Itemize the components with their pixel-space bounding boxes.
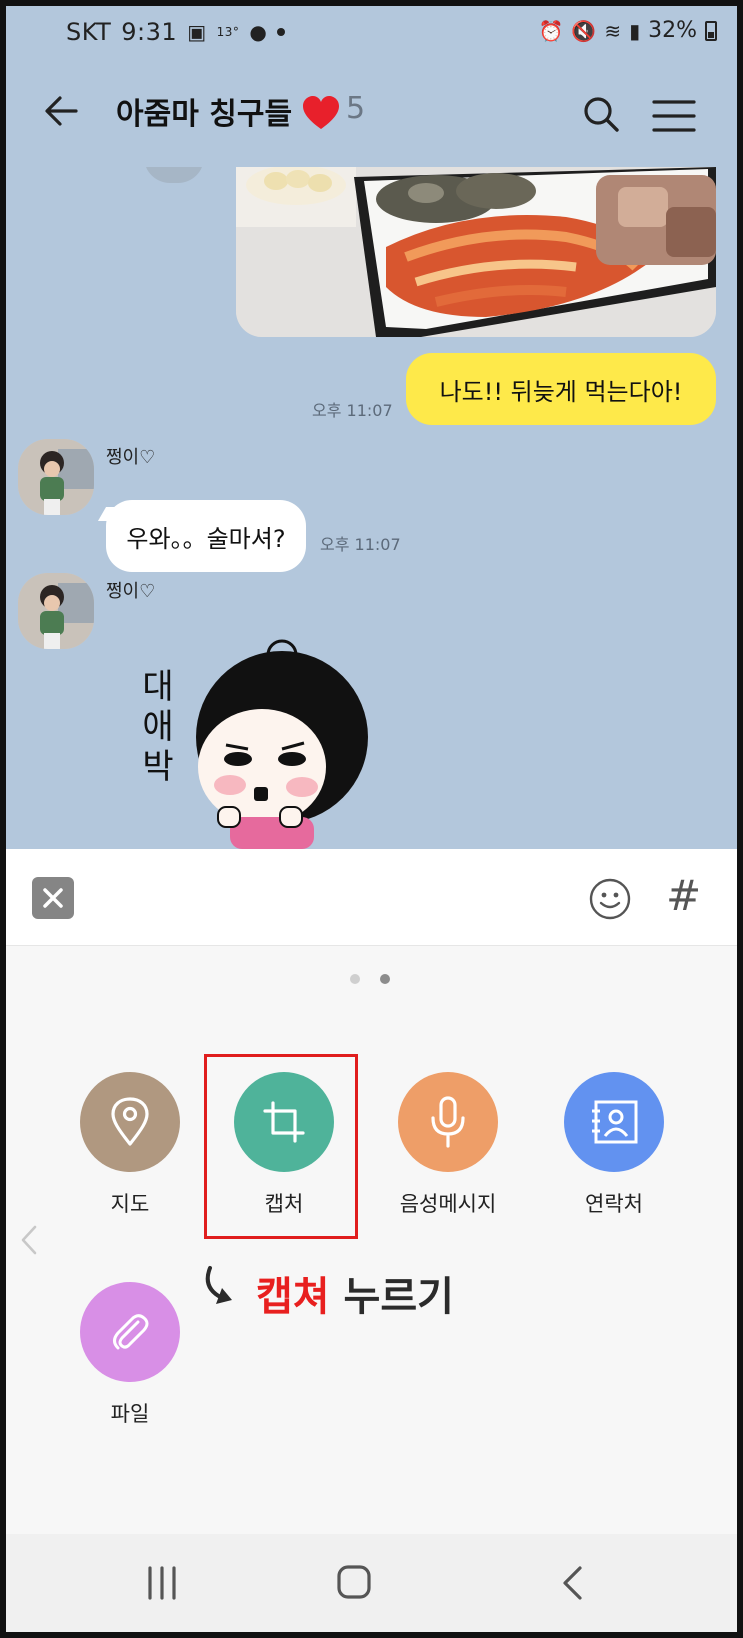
back-nav-icon[interactable] xyxy=(560,1564,584,1602)
other-message-time: 오후 11:07 xyxy=(320,535,401,554)
attachment-panel: 지도 캡처 음성메시지 연락처 파일 캡쳐 누르기 xyxy=(6,946,737,1534)
chat-area[interactable]: 나도!! 뒤늦게 먹는다아! 오후 11:07 쩡이♡ 우와。。술마셔? 오후 … xyxy=(6,167,737,849)
voice-label: 음성메시지 xyxy=(399,1192,497,1216)
partial-avatar xyxy=(144,167,204,183)
contact-button[interactable]: 연락처 xyxy=(534,1072,694,1232)
avatar-photo xyxy=(18,573,94,649)
wifi-icon: ≋ xyxy=(604,18,622,43)
gallery-icon: ▣ xyxy=(187,20,207,44)
file-circle xyxy=(80,1282,180,1382)
contact-card-icon xyxy=(592,1100,638,1144)
my-message-bubble[interactable]: 나도!! 뒤늦게 먹는다아! xyxy=(406,353,716,425)
recent-apps-icon[interactable] xyxy=(142,1564,182,1602)
annotation-text: 캡쳐 누르기 xyxy=(256,1264,454,1322)
menu-icon[interactable] xyxy=(652,99,696,133)
battery-icon xyxy=(705,20,717,41)
signal-icon: ▮ xyxy=(629,18,641,43)
back-arrow-icon[interactable] xyxy=(42,91,82,131)
device-frame: SKT 9:31 ▣ 13° ● ⏰ 🔇 ≋ ▮ 32% 아줌마 칭구들 5 나… xyxy=(0,0,743,1638)
avatar[interactable] xyxy=(18,573,94,649)
search-icon[interactable] xyxy=(582,95,620,133)
curved-arrow-icon xyxy=(205,1266,232,1304)
map-pin-icon xyxy=(111,1097,149,1146)
chat-header: 아줌마 칭구들 5 xyxy=(6,59,737,167)
page-dot-active xyxy=(380,974,390,984)
carrier-label: SKT xyxy=(66,18,112,46)
other-message-bubble[interactable]: 우와。。술마셔? xyxy=(106,500,306,572)
notification-dot-icon xyxy=(277,28,286,36)
status-bar: SKT 9:31 ▣ 13° ● ⏰ 🔇 ≋ ▮ 32% xyxy=(6,6,737,59)
avatar-photo xyxy=(18,439,94,515)
chat-title: 아줌마 칭구들 xyxy=(116,97,293,132)
voice-message-button[interactable]: 음성메시지 xyxy=(368,1072,528,1232)
page-dot-inactive xyxy=(350,974,360,984)
annotation-highlight: 캡쳐 xyxy=(256,1274,330,1320)
clock: 9:31 xyxy=(121,18,178,46)
home-icon[interactable] xyxy=(336,1564,372,1600)
map-label: 지도 xyxy=(110,1192,150,1216)
paperclip-icon xyxy=(113,1314,149,1350)
sender-name: 쩡이♡ xyxy=(106,447,156,468)
alarm-icon: ⏰ xyxy=(538,18,564,43)
system-nav-bar xyxy=(6,1534,737,1632)
my-message-time: 오후 11:07 xyxy=(312,401,393,420)
avatar[interactable] xyxy=(18,439,94,515)
contact-circle xyxy=(564,1072,664,1172)
capture-highlight-box xyxy=(204,1054,358,1239)
food-photo-image xyxy=(236,167,716,337)
status-right: ⏰ 🔇 ≋ ▮ 32% xyxy=(538,18,717,43)
hashtag-icon[interactable]: # xyxy=(666,871,706,921)
phone-screen: SKT 9:31 ▣ 13° ● ⏰ 🔇 ≋ ▮ 32% 아줌마 칭구들 5 나… xyxy=(6,6,737,1632)
close-icon xyxy=(43,888,63,908)
sticker-text: 대애박 xyxy=(142,667,174,787)
microphone-icon xyxy=(431,1096,465,1148)
temperature: 13° xyxy=(216,25,240,39)
voice-circle xyxy=(398,1072,498,1172)
status-left: SKT 9:31 ▣ 13° ● xyxy=(66,18,286,46)
mute-icon: 🔇 xyxy=(571,18,597,43)
input-bar: # xyxy=(6,849,737,946)
file-button[interactable]: 파일 xyxy=(50,1282,210,1442)
file-label: 파일 xyxy=(110,1402,150,1426)
annotation-rest: 누르기 xyxy=(329,1274,454,1320)
battery-percent: 32% xyxy=(648,18,697,43)
map-circle xyxy=(80,1072,180,1172)
contact-label: 연락처 xyxy=(585,1192,643,1216)
sender-name: 쩡이♡ xyxy=(106,581,156,602)
map-button[interactable]: 지도 xyxy=(50,1072,210,1232)
emoji-icon[interactable] xyxy=(588,877,632,921)
heart-icon xyxy=(303,96,339,129)
close-button[interactable] xyxy=(32,877,74,919)
chevron-left-icon[interactable] xyxy=(20,1224,38,1256)
member-count: 5 xyxy=(346,91,366,126)
food-photo[interactable] xyxy=(236,167,716,337)
c-badge-icon: ● xyxy=(249,20,268,44)
